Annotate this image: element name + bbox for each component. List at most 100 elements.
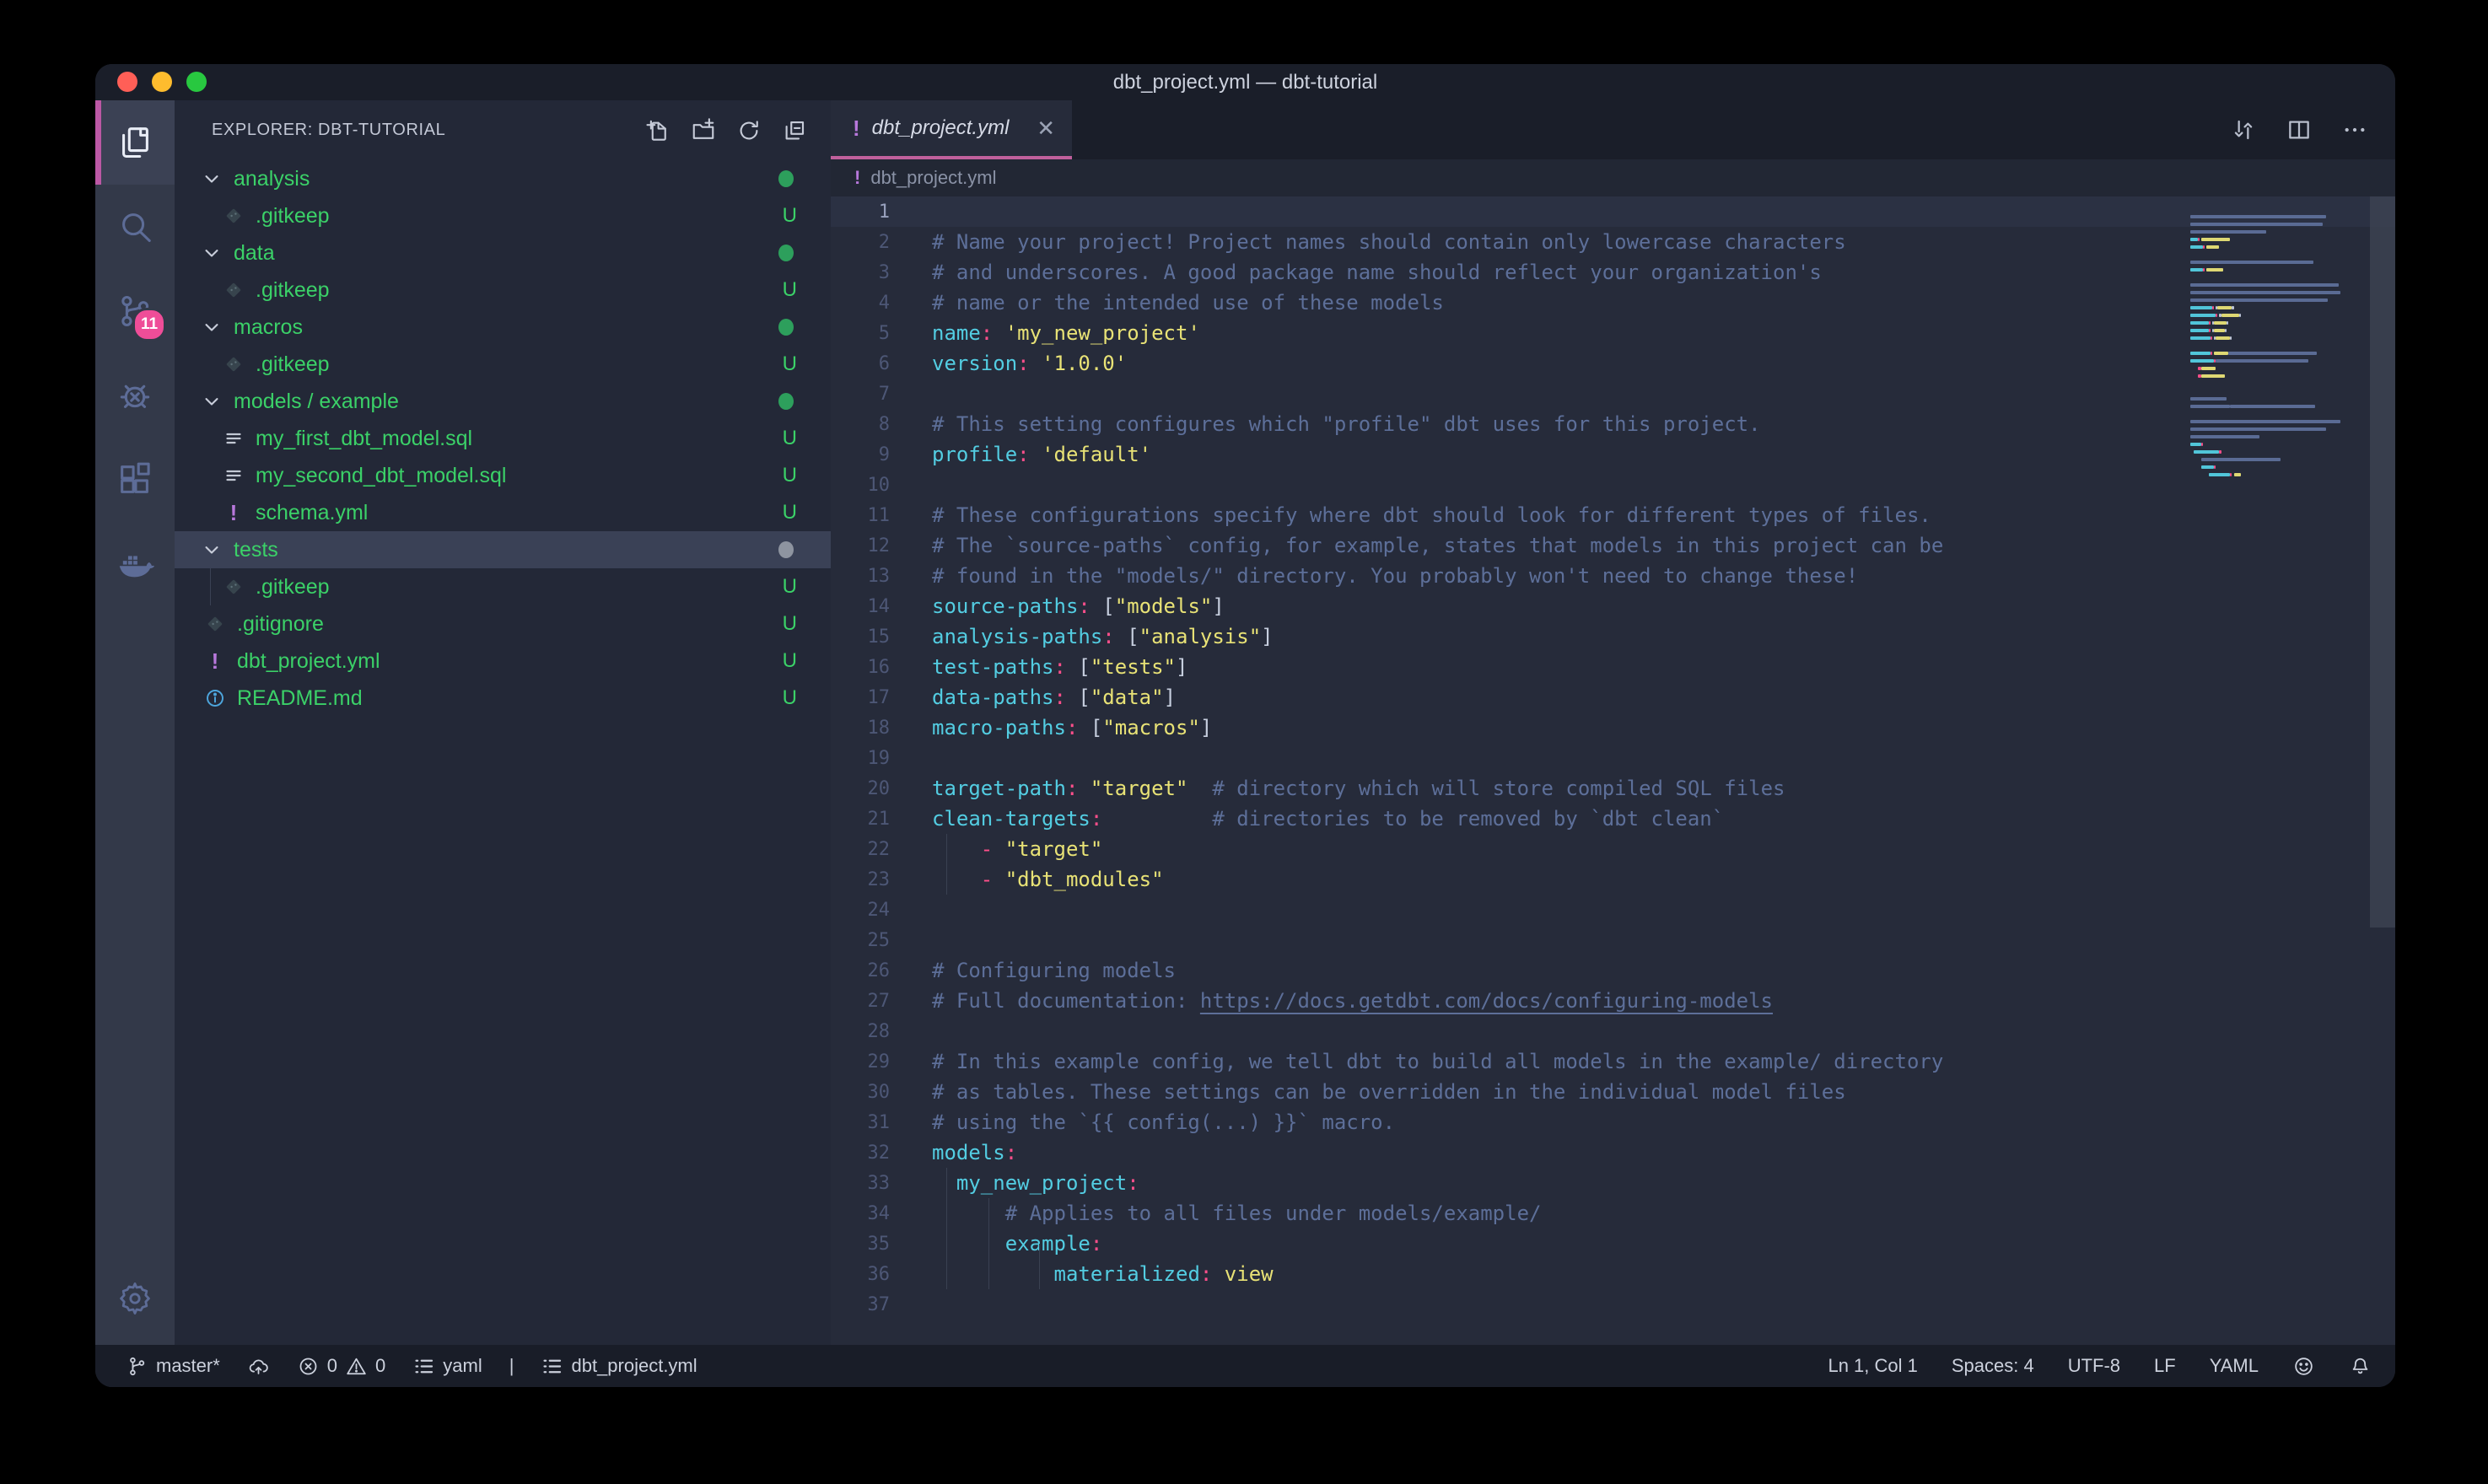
search-icon [116, 207, 154, 246]
git-file-icon [222, 279, 245, 301]
line-number: 22 [831, 839, 890, 860]
status-problems[interactable]: 00 [297, 1355, 386, 1378]
refresh-icon[interactable] [736, 118, 762, 143]
folder-modified-dot [778, 170, 794, 187]
tree-folder-models-example[interactable]: models / example [175, 383, 831, 420]
status-dbt-file-status[interactable]: dbt_project.yml [541, 1355, 697, 1378]
minimap[interactable] [2187, 201, 2351, 1345]
code-line-29: 29# In this example config, we tell dbt … [831, 1046, 2395, 1077]
line-number: 18 [831, 718, 890, 739]
minimize-window-button[interactable] [152, 72, 172, 92]
folder-modified-dot [778, 319, 794, 336]
status-git-branch[interactable]: master* [126, 1355, 220, 1378]
new-folder-icon[interactable] [691, 118, 716, 143]
yaml-file-icon: ! [203, 648, 227, 675]
tab-dbt-project-yml[interactable]: ! dbt_project.yml ✕ [831, 100, 1072, 159]
tree-file-my-first-dbt-model-sql[interactable]: my_first_dbt_model.sqlU [175, 420, 831, 457]
activity-explorer[interactable] [95, 100, 175, 185]
line-number: 3 [831, 262, 890, 283]
activity-manage[interactable] [95, 1252, 175, 1345]
warning-icon [345, 1355, 368, 1378]
line-number: 19 [831, 748, 890, 769]
status-text: Ln 1, Col 1 [1828, 1355, 1917, 1377]
split-editor-icon[interactable] [2286, 116, 2313, 143]
activity-extensions[interactable] [95, 438, 175, 522]
list-icon [541, 1355, 563, 1378]
folder-modified-dot [778, 245, 794, 261]
tree-folder-data[interactable]: data [175, 234, 831, 272]
activity-docker[interactable] [95, 522, 175, 606]
code-line-3: 3# and underscores. A good package name … [831, 257, 2395, 288]
tree-file--gitkeep[interactable]: .gitkeepU [175, 272, 831, 309]
explorer-header: EXPLORER: DBT-TUTORIAL [212, 121, 645, 140]
activity-run-debug[interactable] [95, 353, 175, 438]
status-text: LF [2154, 1355, 2176, 1377]
code-line-6: 6version: '1.0.0' [831, 348, 2395, 379]
tree-folder-analysis[interactable]: analysis [175, 160, 831, 197]
tree-file-my-second-dbt-model-sql[interactable]: my_second_dbt_model.sqlU [175, 457, 831, 494]
status-eol[interactable]: LF [2154, 1355, 2176, 1377]
code-editor[interactable]: 12# Name your project! Project names sho… [831, 196, 2395, 1345]
status-notifications[interactable] [2349, 1355, 2372, 1378]
more-actions-icon[interactable] [2341, 116, 2368, 143]
zoom-window-button[interactable] [186, 72, 207, 92]
code-line-11: 11# These configurations specify where d… [831, 500, 2395, 530]
files-icon [116, 123, 154, 162]
breadcrumb[interactable]: ! dbt_project.yml [831, 159, 2395, 196]
open-changes-icon[interactable] [2230, 116, 2257, 143]
status-separator: | [509, 1355, 514, 1377]
line-number: 29 [831, 1051, 890, 1073]
breadcrumb-file: dbt_project.yml [870, 167, 996, 189]
indent-guide [210, 568, 211, 605]
indent-guide [988, 1198, 989, 1289]
code-line-31: 31# using the `{{ config(...) }}` macro. [831, 1107, 2395, 1137]
tree-file--gitkeep[interactable]: .gitkeepU [175, 346, 831, 383]
line-number: 31 [831, 1112, 890, 1133]
close-tab-icon[interactable]: ✕ [1037, 116, 1055, 142]
folder-modified-dot [778, 541, 794, 558]
collapse-all-icon[interactable] [782, 118, 807, 143]
tree-file-readme-md[interactable]: README.mdU [175, 680, 831, 717]
status-cursor-position[interactable]: Ln 1, Col 1 [1828, 1355, 1917, 1377]
chevron-down-icon [200, 390, 223, 413]
close-window-button[interactable] [117, 72, 137, 92]
activity-source-control[interactable]: 11 [95, 269, 175, 353]
tree-file-schema-yml[interactable]: !schema.ymlU [175, 494, 831, 531]
status-publish-changes[interactable] [247, 1355, 270, 1378]
line-number: 16 [831, 657, 890, 678]
tree-file--gitignore[interactable]: .gitignoreU [175, 605, 831, 643]
code-line-21: 21clean-targets: # directories to be rem… [831, 804, 2395, 834]
status-text: 0 [375, 1355, 385, 1377]
tree-file--gitkeep[interactable]: .gitkeepU [175, 197, 831, 234]
tree-file-dbt-project-yml[interactable]: !dbt_project.ymlU [175, 643, 831, 680]
code-line-8: 8# This setting configures which "profil… [831, 409, 2395, 439]
status-feedback[interactable] [2292, 1355, 2315, 1378]
code-line-32: 32models: [831, 1137, 2395, 1168]
status-text: 0 [327, 1355, 337, 1377]
line-number: 2 [831, 232, 890, 253]
git-untracked-badge: U [783, 649, 797, 673]
line-number: 14 [831, 596, 890, 617]
code-line-19: 19 [831, 743, 2395, 773]
status-yaml-status[interactable]: yaml [412, 1355, 482, 1378]
git-untracked-badge: U [783, 204, 797, 228]
editor-scrollbar[interactable] [2370, 196, 2395, 928]
tree-item-label: .gitkeep [256, 575, 330, 600]
status-indentation[interactable]: Spaces: 4 [1952, 1355, 2034, 1377]
new-file-icon[interactable] [645, 118, 670, 143]
tree-item-label: tests [234, 538, 278, 562]
tree-item-label: models / example [234, 390, 399, 414]
tree-folder-tests[interactable]: tests [175, 531, 831, 568]
yaml-file-icon: ! [854, 167, 860, 189]
tree-folder-macros[interactable]: macros [175, 309, 831, 346]
activity-search[interactable] [95, 185, 175, 269]
folder-modified-dot [778, 393, 794, 410]
tree-item-label: README.md [237, 686, 363, 711]
tree-file--gitkeep[interactable]: .gitkeepU [175, 568, 831, 605]
editor-group: ! dbt_project.yml ✕ ! dbt_project.yml 12… [831, 100, 2395, 1345]
git-untracked-badge: U [783, 427, 797, 450]
status-language-mode[interactable]: YAML [2210, 1355, 2259, 1377]
code-line-27: 27# Full documentation: https://docs.get… [831, 986, 2395, 1016]
error-icon [297, 1355, 320, 1378]
status-encoding[interactable]: UTF-8 [2068, 1355, 2120, 1377]
